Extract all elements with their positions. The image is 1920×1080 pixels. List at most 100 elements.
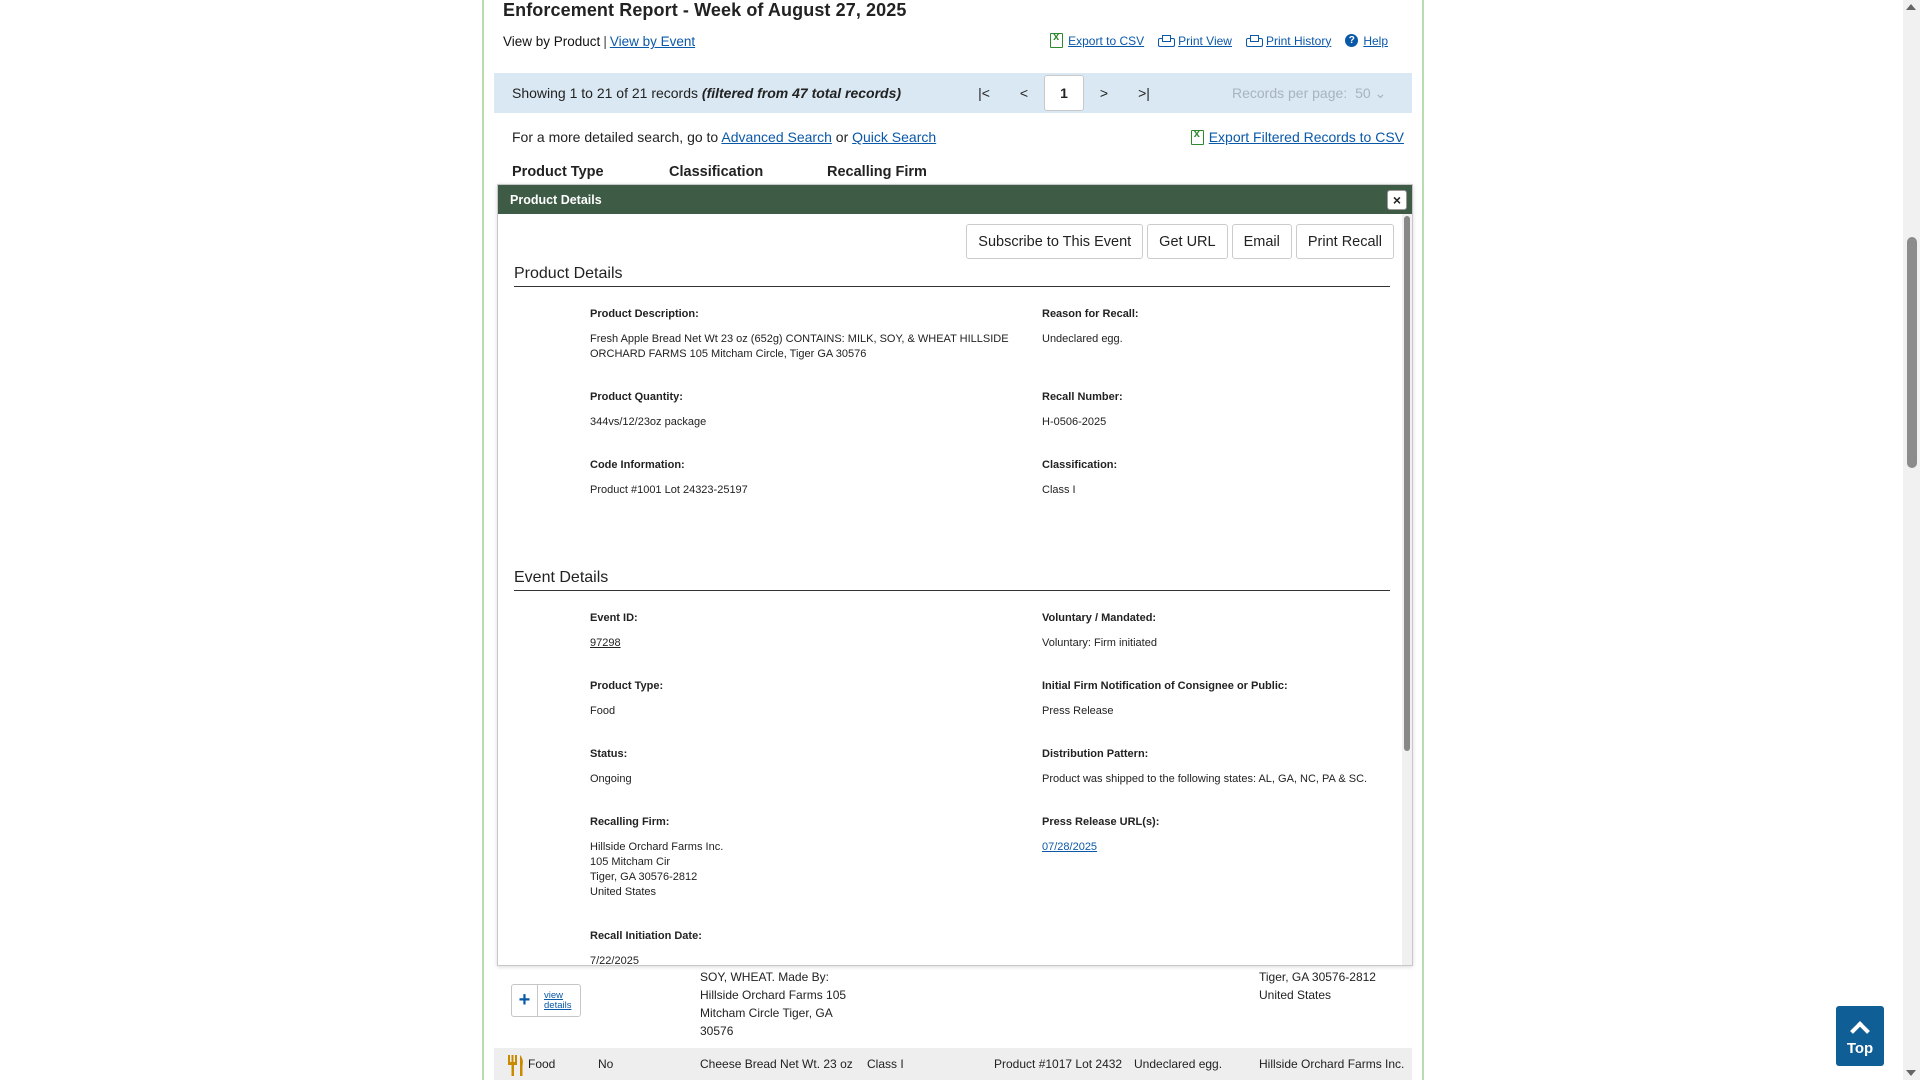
press-release-field: Press Release URL(s): 07/28/2025 [1042, 815, 1159, 855]
field-value: 7/22/2025 [590, 955, 639, 965]
view-by-event-link[interactable]: View by Event [610, 34, 695, 49]
table-row[interactable]: Food No Cheese Bread Net Wt. 23 oz Class… [494, 1048, 1412, 1080]
field-label: Reason for Recall: [1042, 308, 1139, 320]
print-history-link[interactable]: Print History [1245, 33, 1331, 48]
excel-icon [1190, 128, 1204, 145]
records-count: Showing 1 to 21 of 21 records (filtered … [512, 85, 901, 101]
export-csv-link[interactable]: Export to CSV [1050, 31, 1145, 48]
field-value: H-0506-2025 [1042, 416, 1107, 428]
excel-icon [1050, 31, 1064, 48]
page-scrollbar[interactable] [1903, 0, 1920, 1080]
page-scrollbar-thumb[interactable] [1907, 237, 1917, 468]
recall-number-field: Recall Number: H-0506-2025 [1042, 390, 1123, 430]
row-mandated: No [598, 1057, 614, 1071]
dialog-scrollbar[interactable] [1402, 214, 1412, 965]
field-value: 344vs/12/23oz package [590, 416, 707, 428]
export-filtered-label[interactable]: Export Filtered Records to CSV [1209, 129, 1404, 145]
event-section-title: Event Details [514, 569, 609, 586]
row-description: Cheese Bread Net Wt. 23 oz [700, 1057, 853, 1071]
field-value: Food [590, 705, 616, 717]
help-link[interactable]: ? Help [1345, 33, 1388, 48]
printer-icon [1158, 34, 1176, 47]
row-classification: Class I [867, 1057, 904, 1071]
view-details-button[interactable]: + view details [511, 984, 581, 1017]
field-label: Classification: [1042, 459, 1118, 471]
advanced-search-link[interactable]: Advanced Search [721, 129, 832, 145]
next-page-button[interactable]: > [1084, 75, 1124, 111]
first-page-button[interactable]: |< [964, 75, 1004, 111]
event-id-link[interactable]: 97298 [590, 636, 638, 651]
chevron-down-icon: ⌄ [1374, 85, 1387, 101]
current-page-button[interactable]: 1 [1044, 75, 1084, 111]
field-label: Code Information: [590, 459, 685, 471]
scroll-down-icon[interactable] [1906, 1070, 1916, 1076]
field-value: Hillside Orchard Farms Inc. 105 Mitcham … [590, 841, 724, 898]
search-hint: For a more detailed search, go to Advanc… [512, 129, 936, 145]
close-icon: × [1392, 192, 1402, 208]
records-per-page-label: Records per page: [1232, 85, 1348, 101]
view-switcher: View by Product | View by Event [503, 34, 695, 49]
scroll-up-icon[interactable] [1906, 4, 1916, 10]
field-label: Recall Initiation Date: [590, 930, 702, 942]
event-id-field: Event ID: 97298 [590, 611, 638, 651]
view-details-label: view details [544, 989, 572, 1011]
printer-icon [1245, 34, 1263, 47]
product-description-field: Product Description: Fresh Apple Bread N… [590, 307, 1010, 362]
close-button[interactable]: × [1387, 190, 1407, 210]
distribution-field: Distribution Pattern: Product was shippe… [1042, 747, 1392, 787]
search-prefix: For a more detailed search, go to [512, 129, 719, 145]
pagination: |< < 1 > >| [964, 75, 1164, 111]
view-by-product-label: View by Product [503, 34, 601, 49]
column-classification[interactable]: Classification [669, 164, 763, 180]
row-description: SOY, WHEAT. Made By: Hillside Orchard Fa… [700, 970, 847, 1038]
field-label: Product Type: [590, 680, 664, 692]
export-filtered-link[interactable]: Export Filtered Records to CSV [1190, 128, 1404, 145]
field-label: Distribution Pattern: [1042, 748, 1149, 760]
print-view-link[interactable]: Print View [1158, 33, 1232, 48]
field-label: Recall Number: [1042, 391, 1123, 403]
fork-knife-icon [508, 1055, 523, 1076]
chevron-up-icon [1850, 1020, 1870, 1041]
field-value: Product was shipped to the following sta… [1042, 773, 1368, 785]
product-type-field: Product Type: Food [590, 679, 663, 719]
row-firm-address: Tiger, GA 30576-2812 United States [1259, 970, 1376, 1002]
voluntary-field: Voluntary / Mandated: Voluntary: Firm in… [1042, 611, 1157, 651]
export-csv-label: Export to CSV [1068, 33, 1145, 48]
status-field: Status: Ongoing [590, 747, 632, 787]
field-value: Fresh Apple Bread Net Wt 23 oz (652g) CO… [590, 333, 1009, 360]
section-divider [514, 590, 1390, 591]
prev-page-button[interactable]: < [1004, 75, 1044, 111]
print-recall-button[interactable]: Print Recall [1295, 224, 1394, 259]
last-page-button[interactable]: >| [1124, 75, 1164, 111]
field-label: Press Release URL(s): [1042, 816, 1160, 828]
quantity-field: Product Quantity: 344vs/12/23oz package [590, 390, 706, 430]
records-bar: Showing 1 to 21 of 21 records (filtered … [494, 73, 1412, 113]
back-to-top-button[interactable]: Top [1836, 1006, 1884, 1066]
column-recalling-firm[interactable]: Recalling Firm [827, 164, 927, 180]
page-title: Enforcement Report - Week of August 27, … [503, 0, 907, 20]
dialog-scrollbar-thumb[interactable] [1404, 216, 1410, 751]
view-separator: | [603, 34, 607, 49]
back-to-top-label: Top [1846, 1039, 1874, 1057]
dialog-header: Product Details × [498, 185, 1412, 214]
quick-search-link[interactable]: Quick Search [852, 129, 936, 145]
records-per-page-select[interactable]: 50 ⌄ [1355, 85, 1386, 101]
subscribe-button[interactable]: Subscribe to This Event [966, 224, 1144, 259]
recall-initiation-field: Recall Initiation Date: 7/22/2025 [590, 929, 702, 965]
field-value: Ongoing [590, 773, 632, 785]
product-details-dialog: Product Details × Subscribe to This Even… [497, 184, 1413, 966]
product-section-title: Product Details [514, 265, 623, 282]
get-url-button[interactable]: Get URL [1147, 224, 1228, 259]
column-product-type[interactable]: Product Type [512, 164, 604, 180]
reason-field: Reason for Recall: Undeclared egg. [1042, 307, 1382, 347]
records-filtered: (filtered from 47 total records) [701, 85, 902, 101]
field-value: Press Release [1042, 705, 1114, 717]
field-label: Product Quantity: [590, 391, 683, 403]
field-value: Undeclared egg. [1042, 333, 1123, 345]
email-button[interactable]: Email [1231, 224, 1292, 259]
field-label: Initial Firm Notification of Consignee o… [1042, 680, 1288, 692]
press-release-link[interactable]: 07/28/2025 [1042, 840, 1159, 855]
help-icon: ? [1345, 34, 1359, 47]
dialog-body: Subscribe to This Event Get URL Email Pr… [498, 214, 1412, 965]
field-label: Recalling Firm: [590, 816, 670, 828]
